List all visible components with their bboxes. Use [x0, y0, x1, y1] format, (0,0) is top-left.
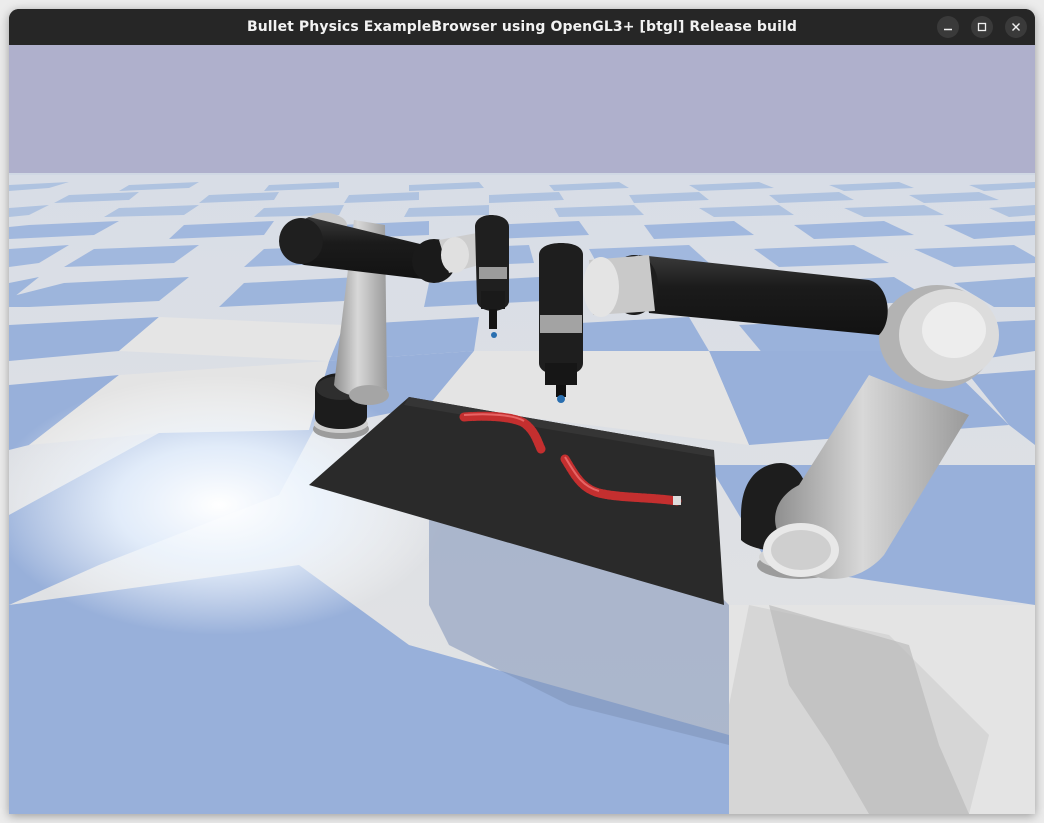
sky: [9, 45, 1035, 175]
minimize-icon: [943, 22, 953, 32]
title-bar[interactable]: Bullet Physics ExampleBrowser using Open…: [9, 9, 1035, 45]
scene-render: [9, 45, 1035, 814]
app-window: Bullet Physics ExampleBrowser using Open…: [9, 9, 1035, 814]
minimize-button[interactable]: [937, 16, 959, 38]
close-icon: [1011, 22, 1021, 32]
maximize-button[interactable]: [971, 16, 993, 38]
opengl-viewport[interactable]: [9, 45, 1035, 814]
window-title: Bullet Physics ExampleBrowser using Open…: [246, 19, 798, 35]
close-button[interactable]: [1005, 16, 1027, 38]
maximize-icon: [977, 22, 987, 32]
